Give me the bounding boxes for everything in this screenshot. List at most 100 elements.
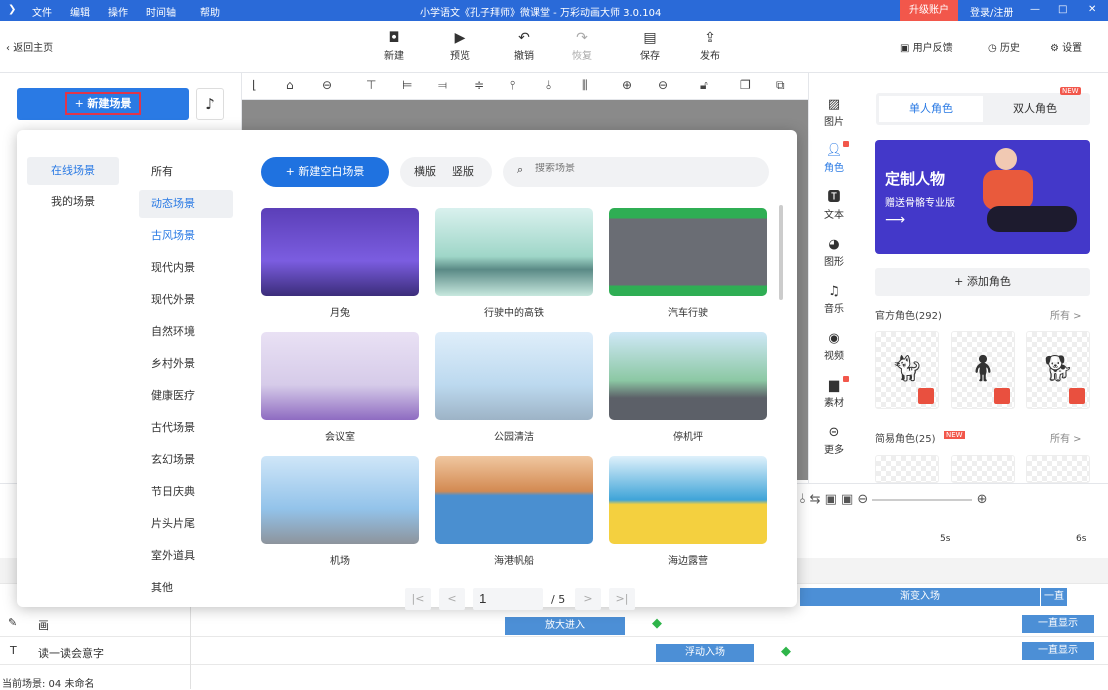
- page-input[interactable]: [473, 588, 543, 610]
- scene-thumbnail[interactable]: [609, 456, 767, 544]
- category-item[interactable]: 现代内景: [139, 254, 233, 282]
- role-card[interactable]: [1026, 455, 1090, 483]
- orient-portrait[interactable]: 竖版: [452, 157, 474, 187]
- paste-icon[interactable]: ⧉: [776, 78, 785, 93]
- timeline-tools[interactable]: ⫯ ⫰ ⇆ ▣ ▣ ⊖ ⊕: [790, 492, 988, 507]
- new-scene-button[interactable]: + 新建场景: [17, 88, 189, 120]
- align-top-icon[interactable]: ⊤: [366, 78, 376, 92]
- new-button[interactable]: ◘ 新建: [374, 29, 414, 62]
- custom-role-banner[interactable]: 定制人物 赠送骨骼专业版 ⟶: [875, 140, 1090, 254]
- keyframe-icon[interactable]: ◆: [652, 616, 662, 631]
- search-box[interactable]: ⌕: [503, 157, 769, 187]
- rightbar-music[interactable]: ♫ 音乐: [809, 284, 859, 315]
- tab-single-role[interactable]: 单人角色: [879, 96, 983, 122]
- rightbar-role[interactable]: 👤︎ 角色: [809, 141, 859, 174]
- upgrade-button[interactable]: 升级账户: [900, 0, 958, 21]
- zoom-in-icon[interactable]: ⊕: [622, 78, 632, 92]
- copy-icon[interactable]: ❐: [740, 78, 751, 92]
- role-card-girl[interactable]: 🧍︎: [951, 331, 1015, 409]
- feedback-button[interactable]: ▣ 用户反馈: [900, 39, 953, 54]
- lock-icon[interactable]: 🔓︎: [700, 78, 708, 93]
- menu-timeline[interactable]: 时间轴: [146, 4, 176, 19]
- menu-file[interactable]: 文件: [32, 4, 52, 19]
- animation-bar[interactable]: 一直显示: [1022, 642, 1094, 660]
- close-button[interactable]: ✕: [1088, 4, 1096, 15]
- add-role-button[interactable]: + 添加角色: [875, 268, 1090, 296]
- settings-button[interactable]: ⚙ 设置: [1050, 39, 1082, 54]
- publish-button[interactable]: ⇪ 发布: [690, 29, 730, 62]
- scene-thumbnail[interactable]: [435, 332, 593, 420]
- first-page-button[interactable]: |<: [405, 588, 431, 610]
- official-all-link[interactable]: 所有 >: [1050, 307, 1082, 322]
- scene-thumbnail[interactable]: [261, 208, 419, 296]
- animation-bar[interactable]: 浮动入场: [656, 644, 754, 662]
- category-item[interactable]: 古代场景: [139, 414, 233, 442]
- animation-bar[interactable]: 渐变入场: [800, 588, 1040, 606]
- rightbar-shape[interactable]: ◕ 图形: [809, 237, 859, 268]
- category-item[interactable]: 片头片尾: [139, 510, 233, 538]
- rightbar-material[interactable]: ▆ 素材: [809, 376, 859, 409]
- rightbar-image[interactable]: ▨ 图片: [809, 97, 859, 128]
- category-item[interactable]: 其他: [139, 574, 233, 602]
- align-center-icon[interactable]: ≑: [474, 78, 484, 92]
- align-bottom-icon[interactable]: ⫰: [546, 78, 551, 93]
- category-item[interactable]: 古风场景: [139, 222, 233, 250]
- menu-operate[interactable]: 操作: [108, 4, 128, 19]
- animation-bar[interactable]: 放大进入: [505, 617, 625, 635]
- redo-button[interactable]: ↷ 恢复: [562, 29, 602, 62]
- orient-landscape[interactable]: 横版: [414, 157, 436, 187]
- category-item[interactable]: 室外道具: [139, 542, 233, 570]
- source-online[interactable]: 在线场景: [27, 157, 119, 185]
- scene-thumbnail[interactable]: [435, 208, 593, 296]
- category-item[interactable]: 自然环境: [139, 318, 233, 346]
- music-button[interactable]: ♪: [196, 88, 224, 120]
- source-mine[interactable]: 我的场景: [27, 188, 119, 216]
- new-blank-scene-button[interactable]: + 新建空白场景: [261, 157, 389, 187]
- align-left-icon[interactable]: ⊨: [402, 78, 412, 92]
- role-card[interactable]: [875, 455, 939, 483]
- category-item[interactable]: 动态场景: [139, 190, 233, 218]
- next-page-button[interactable]: >: [575, 588, 601, 610]
- category-item[interactable]: 节日庆典: [139, 478, 233, 506]
- role-card-cat[interactable]: 🐈︎: [875, 331, 939, 409]
- category-item[interactable]: 健康医疗: [139, 382, 233, 410]
- search-input[interactable]: [535, 163, 755, 174]
- keyframe-icon[interactable]: ◆: [781, 644, 791, 659]
- scene-thumbnail[interactable]: [261, 456, 419, 544]
- last-page-button[interactable]: >|: [609, 588, 635, 610]
- rightbar-video[interactable]: ◉ 视频: [809, 331, 859, 362]
- scene-thumbnail[interactable]: [609, 332, 767, 420]
- animation-bar[interactable]: 一直显示: [1041, 588, 1067, 620]
- scene-thumbnail[interactable]: [609, 208, 767, 296]
- animation-bar[interactable]: 一直显示: [1022, 615, 1094, 633]
- role-card[interactable]: [951, 455, 1015, 483]
- align-vtop-icon[interactable]: ⫯: [510, 78, 515, 93]
- role-card-dog[interactable]: 🐕︎: [1026, 331, 1090, 409]
- history-button[interactable]: ◷ 历史: [988, 39, 1020, 54]
- category-item[interactable]: 乡村外景: [139, 350, 233, 378]
- save-button[interactable]: ▤ 保存: [630, 29, 670, 62]
- undo-button[interactable]: ↶ 撤销: [504, 29, 544, 62]
- simple-all-link[interactable]: 所有 >: [1050, 430, 1082, 445]
- prev-page-button[interactable]: <: [439, 588, 465, 610]
- rightbar-more[interactable]: ⊝ 更多: [809, 425, 859, 456]
- scene-thumbnail[interactable]: [435, 456, 593, 544]
- rightbar-text[interactable]: 🆃︎ 文本: [809, 190, 859, 221]
- home-icon[interactable]: ⌂: [286, 78, 294, 92]
- zoom-out-icon[interactable]: ⊖: [658, 78, 668, 92]
- category-item[interactable]: 现代外景: [139, 286, 233, 314]
- timeline-row[interactable]: T 读一读会意字: [0, 639, 1108, 665]
- scene-thumbnail[interactable]: [261, 332, 419, 420]
- login-button[interactable]: 登录/注册: [970, 4, 1013, 19]
- back-home-button[interactable]: ‹ 返回主页: [6, 39, 53, 54]
- align-right-icon[interactable]: ⫤: [438, 78, 447, 93]
- menu-help[interactable]: 帮助: [200, 4, 220, 19]
- menu-edit[interactable]: 编辑: [70, 4, 90, 19]
- category-item[interactable]: 玄幻场景: [139, 446, 233, 474]
- tab-double-role[interactable]: 双人角色: [983, 96, 1087, 122]
- category-item[interactable]: 所有: [139, 158, 233, 186]
- minus-circle-icon[interactable]: ⊖: [322, 78, 332, 92]
- ruler-icon[interactable]: ⌊: [252, 78, 257, 92]
- distribute-icon[interactable]: ⫼: [582, 78, 588, 93]
- scrollbar[interactable]: [779, 205, 783, 300]
